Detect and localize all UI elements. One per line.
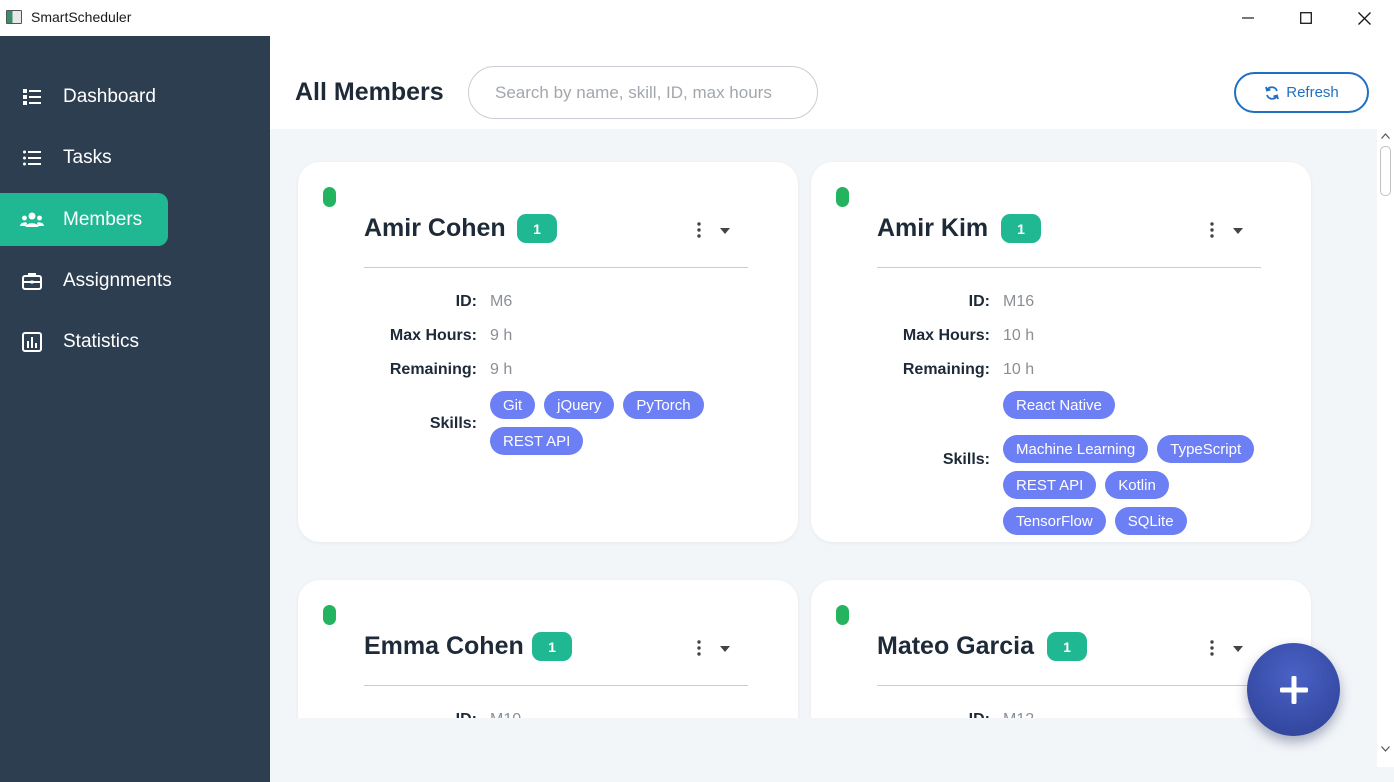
skill-chip: TensorFlow: [1003, 507, 1106, 535]
close-button[interactable]: [1335, 0, 1393, 36]
more-options-icon[interactable]: [694, 638, 704, 658]
chevron-down-icon[interactable]: [1231, 227, 1245, 235]
more-options-icon[interactable]: [1207, 638, 1217, 658]
more-options-icon[interactable]: [1207, 220, 1217, 240]
maximize-button[interactable]: [1277, 0, 1335, 36]
id-label: ID:: [968, 293, 990, 310]
skill-chip: Git: [490, 391, 536, 419]
chevron-down-icon[interactable]: [718, 645, 732, 653]
refresh-label: Refresh: [1286, 84, 1339, 101]
skill-chip: PyTorch: [623, 391, 704, 419]
minimize-button[interactable]: [1219, 0, 1277, 36]
divider: [877, 267, 1261, 268]
briefcase-icon: [22, 273, 42, 290]
sidebar-item-label: Tasks: [63, 146, 112, 168]
status-dot: [836, 605, 849, 625]
remaining-value: 9 h: [490, 361, 513, 378]
users-icon: [20, 212, 44, 227]
sidebar-item-members[interactable]: Members: [0, 193, 168, 246]
maximize-icon: [1300, 12, 1312, 24]
more-options-icon[interactable]: [694, 220, 704, 240]
max-hours-value: 10 h: [1003, 327, 1035, 344]
window-title: SmartScheduler: [31, 9, 132, 25]
refresh-button[interactable]: Refresh: [1234, 72, 1369, 113]
id-label: ID:: [298, 711, 477, 718]
remaining-value: 10 h: [1003, 361, 1035, 378]
remaining-label: Remaining:: [389, 361, 477, 378]
sidebar: Dashboard Tasks Members Assignments Stat…: [0, 36, 270, 782]
sidebar-item-label: Members: [63, 208, 143, 230]
vertical-scrollbar[interactable]: [1377, 129, 1394, 767]
sidebar-item-label: Dashboard: [63, 85, 156, 107]
member-card[interactable]: Mateo Garcia 1 ID: M12: [811, 580, 1311, 718]
bar-chart-icon: [22, 332, 42, 352]
skill-chip: React Native: [1003, 391, 1115, 419]
count-badge: 1: [1047, 632, 1087, 661]
remaining-label: Remaining:: [902, 361, 990, 378]
id-value: M16: [1003, 293, 1035, 310]
title-bar: SmartScheduler: [0, 0, 1394, 36]
count-badge: 1: [1001, 214, 1041, 243]
search-input[interactable]: [468, 66, 818, 119]
header: All Members Refresh: [270, 36, 1394, 129]
member-card[interactable]: Emma Cohen 1 ID: M10: [298, 580, 798, 718]
chevron-down-icon[interactable]: [718, 227, 732, 235]
status-dot: [836, 187, 849, 207]
status-dot: [323, 605, 336, 625]
count-badge: 1: [517, 214, 557, 243]
sidebar-item-tasks[interactable]: Tasks: [0, 131, 168, 184]
divider: [364, 685, 748, 686]
skill-chip: TypeScript: [1157, 435, 1255, 463]
main-area: All Members Refresh Amir Cohen 1 ID: M6 …: [270, 36, 1394, 782]
skill-chip: REST API: [1003, 471, 1097, 499]
member-name: Amir Kim: [877, 214, 989, 242]
skills-list: React Native Machine Learning TypeScript…: [1003, 391, 1273, 535]
members-grid: Amir Cohen 1 ID: M6 Max Hours: 9 h Remai…: [270, 129, 1394, 718]
sidebar-item-statistics[interactable]: Statistics: [0, 315, 168, 368]
id-value: M12: [1003, 711, 1034, 718]
skill-chip: jQuery: [544, 391, 615, 419]
skill-chip: Kotlin: [1105, 471, 1169, 499]
count-badge: 1: [532, 632, 572, 661]
sidebar-item-dashboard[interactable]: Dashboard: [0, 70, 168, 123]
id-value: M10: [490, 711, 521, 718]
member-name: Mateo Garcia: [877, 632, 1035, 660]
member-name: Amir Cohen: [364, 214, 506, 242]
plus-icon: [1279, 675, 1308, 704]
chevron-down-icon[interactable]: [1231, 645, 1245, 653]
max-hours-label: Max Hours:: [902, 327, 990, 344]
id-label: ID:: [811, 711, 990, 718]
list-icon: [23, 150, 41, 166]
skills-label: Skills:: [429, 415, 477, 432]
divider: [877, 685, 1261, 686]
scrollbar-thumb[interactable]: [1380, 146, 1391, 196]
scroll-down-icon[interactable]: [1381, 746, 1390, 752]
skills-list: Git jQuery PyTorch REST API: [490, 391, 720, 455]
sidebar-item-assignments[interactable]: Assignments: [0, 254, 172, 307]
scroll-up-icon[interactable]: [1381, 133, 1390, 139]
divider: [364, 267, 748, 268]
id-value: M6: [490, 293, 513, 310]
add-member-button[interactable]: [1247, 643, 1340, 736]
skill-chip: SQLite: [1114, 507, 1187, 535]
dashboard-list-icon: [23, 89, 41, 105]
sidebar-item-label: Assignments: [63, 269, 172, 291]
id-label: ID:: [455, 293, 477, 310]
sidebar-item-label: Statistics: [63, 330, 140, 352]
app-icon: [6, 10, 22, 24]
max-hours-label: Max Hours:: [389, 327, 477, 344]
refresh-icon: [1265, 85, 1280, 100]
close-icon: [1357, 11, 1371, 25]
minimize-icon: [1242, 17, 1254, 19]
member-name: Emma Cohen: [364, 632, 524, 660]
member-card[interactable]: Amir Cohen 1 ID: M6 Max Hours: 9 h Remai…: [298, 162, 798, 542]
skills-label: Skills:: [942, 451, 990, 468]
skill-chip: Machine Learning: [1003, 435, 1149, 463]
status-dot: [323, 187, 336, 207]
max-hours-value: 9 h: [490, 327, 513, 344]
member-card[interactable]: Amir Kim 1 ID: M16 Max Hours: 10 h Remai…: [811, 162, 1311, 542]
skill-chip: REST API: [490, 427, 584, 455]
page-title: All Members: [295, 78, 444, 106]
